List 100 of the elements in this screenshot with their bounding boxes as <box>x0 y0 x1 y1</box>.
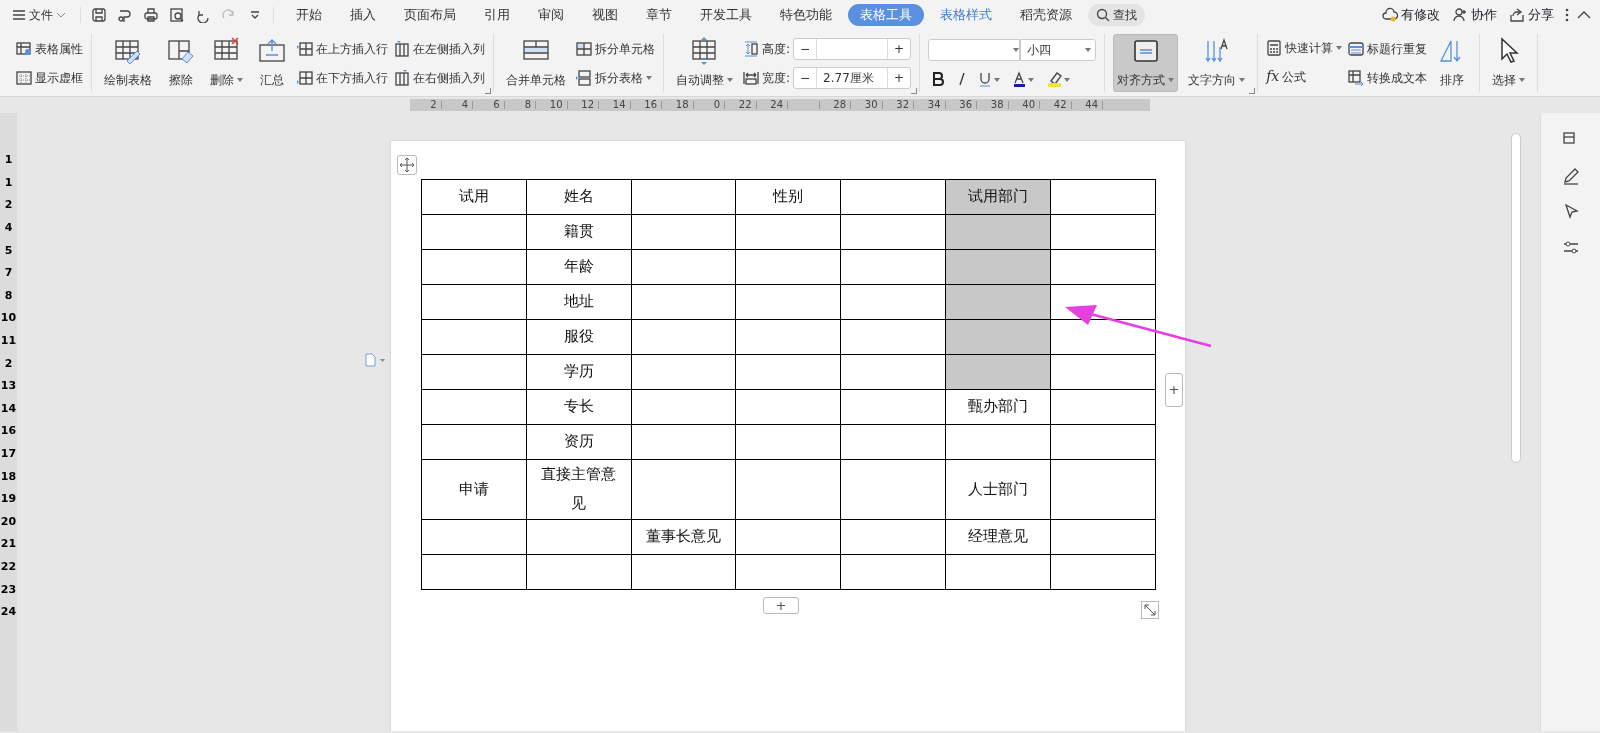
save-icon[interactable] <box>91 7 107 23</box>
repeat-header-icon <box>1348 40 1365 57</box>
ruler-number: 30 <box>851 101 883 109</box>
search-icon <box>1096 8 1110 22</box>
menu-tab[interactable]: 页面布局 <box>392 3 468 27</box>
caret-icon <box>1239 78 1246 82</box>
ruler-number: 8 <box>504 101 536 109</box>
ribbon-button[interactable]: 表格属性 <box>16 39 83 58</box>
ribbon-button[interactable]: 文字方向 <box>1184 34 1250 92</box>
table-cell: 资历 <box>526 424 632 460</box>
font-name-field[interactable] <box>928 39 1021 61</box>
ruler-number: 22 <box>725 101 757 109</box>
ribbon-button[interactable]: 选择 <box>1488 34 1530 92</box>
italic-icon[interactable] <box>957 71 968 87</box>
ruler-number: 18 <box>0 470 17 483</box>
eraser-icon <box>166 37 196 65</box>
toolbar-button[interactable]: 分享 <box>1505 4 1558 26</box>
ruler-number: 16 <box>630 101 662 109</box>
ruler-number: 0 <box>693 101 725 109</box>
menu-tab[interactable]: 开发工具 <box>688 3 764 27</box>
ribbon-button[interactable]: 汇总 <box>253 34 291 92</box>
ruler-number: 12 <box>567 101 599 109</box>
ribbon-button[interactable]: 标题行重复 <box>1348 39 1428 58</box>
menu-tab[interactable]: 审阅 <box>526 3 576 27</box>
table-cell: 人士部门 <box>945 459 1051 519</box>
ruler-number: 28 <box>819 101 851 109</box>
caret-icon <box>1085 48 1092 52</box>
ruler-number: 6 <box>473 101 505 109</box>
ruler-number: 36 <box>945 101 977 109</box>
share-icon <box>1509 7 1525 23</box>
spin-field[interactable]: − 2.77厘米 + <box>793 66 912 89</box>
ribbon-button[interactable]: 快速计算 <box>1266 38 1343 57</box>
decrement-button[interactable]: − <box>794 68 817 87</box>
table-cell: 经理意见 <box>945 519 1051 554</box>
ribbon-button[interactable]: 在上方插入行 <box>297 39 388 58</box>
highlighter-icon[interactable] <box>1047 71 1072 87</box>
bold-icon[interactable] <box>931 71 946 87</box>
menu-tab[interactable]: 视图 <box>580 3 630 27</box>
menu-tab[interactable]: 章节 <box>634 3 684 27</box>
table-properties-icon <box>16 40 32 57</box>
ribbon-button[interactable]: 自动调整 <box>672 34 737 92</box>
pen-icon[interactable] <box>1561 167 1580 185</box>
move-table-handle[interactable] <box>397 155 417 175</box>
ribbon-button[interactable]: 合并单元格 <box>502 34 570 92</box>
ruler-number: 13 <box>0 380 17 393</box>
dialog-launcher[interactable] <box>1249 88 1256 94</box>
ribbon-button[interactable]: 删除 <box>206 34 247 92</box>
toolbar-button[interactable]: 有修改 <box>1378 4 1444 26</box>
dialog-launcher[interactable] <box>911 88 918 94</box>
ribbon-button[interactable]: 在右侧插入列 <box>394 68 485 87</box>
chevron-down-icon <box>56 11 66 19</box>
spin-field[interactable]: − + <box>793 37 912 60</box>
sliders-icon[interactable] <box>1561 239 1580 257</box>
add-row-button[interactable]: + <box>763 597 799 614</box>
ribbon-button[interactable]: 绘制表格 <box>100 34 156 92</box>
ribbon-button[interactable]: 拆分表格 <box>576 68 655 87</box>
table-cell: 籍贯 <box>526 214 632 250</box>
field-label: 高度: <box>762 40 791 58</box>
ribbon-button[interactable]: 排序 <box>1433 34 1472 92</box>
print-icon[interactable] <box>143 7 159 23</box>
resize-handle-icon[interactable] <box>1141 601 1159 619</box>
ribbon-button[interactable]: 转换成文本 <box>1348 68 1428 87</box>
search-button[interactable]: 查找 <box>1088 4 1145 26</box>
table-cell: 试用 <box>421 179 527 215</box>
menu-tab[interactable]: 开始 <box>284 3 334 27</box>
ribbon-button[interactable]: 对齐方式 <box>1113 34 1179 92</box>
menu-tab[interactable]: 稻壳资源 <box>1008 3 1084 27</box>
toolbar-button[interactable]: 协作 <box>1448 4 1501 26</box>
format-painter-icon[interactable] <box>117 7 133 23</box>
ribbon-button[interactable]: 显示虚框 <box>16 68 83 87</box>
ruler-number: 24 <box>0 606 17 619</box>
ruler-number: 23 <box>0 583 17 596</box>
summary-icon <box>257 37 287 65</box>
menu-tab[interactable]: 插入 <box>338 3 388 27</box>
table-cell: 专长 <box>526 389 632 425</box>
page-icon[interactable] <box>364 353 386 367</box>
ribbon-button[interactable]: 在下方插入行 <box>297 68 388 87</box>
field-label: 宽度: <box>762 69 791 87</box>
file-menu[interactable]: 文件 <box>8 6 70 24</box>
ribbon-button[interactable]: fx 公式 <box>1266 66 1343 88</box>
ribbon-button[interactable]: 擦除 <box>162 34 200 92</box>
menu-tab[interactable]: 引用 <box>472 3 522 27</box>
increment-button[interactable]: + <box>888 39 911 58</box>
ribbon-button[interactable]: 拆分单元格 <box>576 39 655 58</box>
menu-tab[interactable]: 表格样式 <box>928 3 1004 27</box>
print-preview-icon[interactable] <box>169 7 185 23</box>
increment-button[interactable]: + <box>888 68 911 87</box>
decrement-button[interactable]: − <box>794 39 817 58</box>
insert-column-icon <box>394 69 410 86</box>
dialog-launcher[interactable] <box>485 88 491 94</box>
menu-tab[interactable]: 特色功能 <box>768 3 844 27</box>
font-color-icon[interactable] <box>1013 71 1036 87</box>
caret-icon <box>646 75 652 80</box>
add-column-button[interactable]: + <box>1165 373 1183 407</box>
ribbon-button[interactable]: 在左侧插入列 <box>394 39 485 58</box>
scrollbar[interactable] <box>1511 133 1521 463</box>
collapse-ribbon-icon[interactable] <box>1576 10 1592 20</box>
underline-icon[interactable] <box>979 71 1002 87</box>
ruler-number: 2 <box>4 199 13 212</box>
font-size-field[interactable]: 小四 <box>1020 39 1097 61</box>
